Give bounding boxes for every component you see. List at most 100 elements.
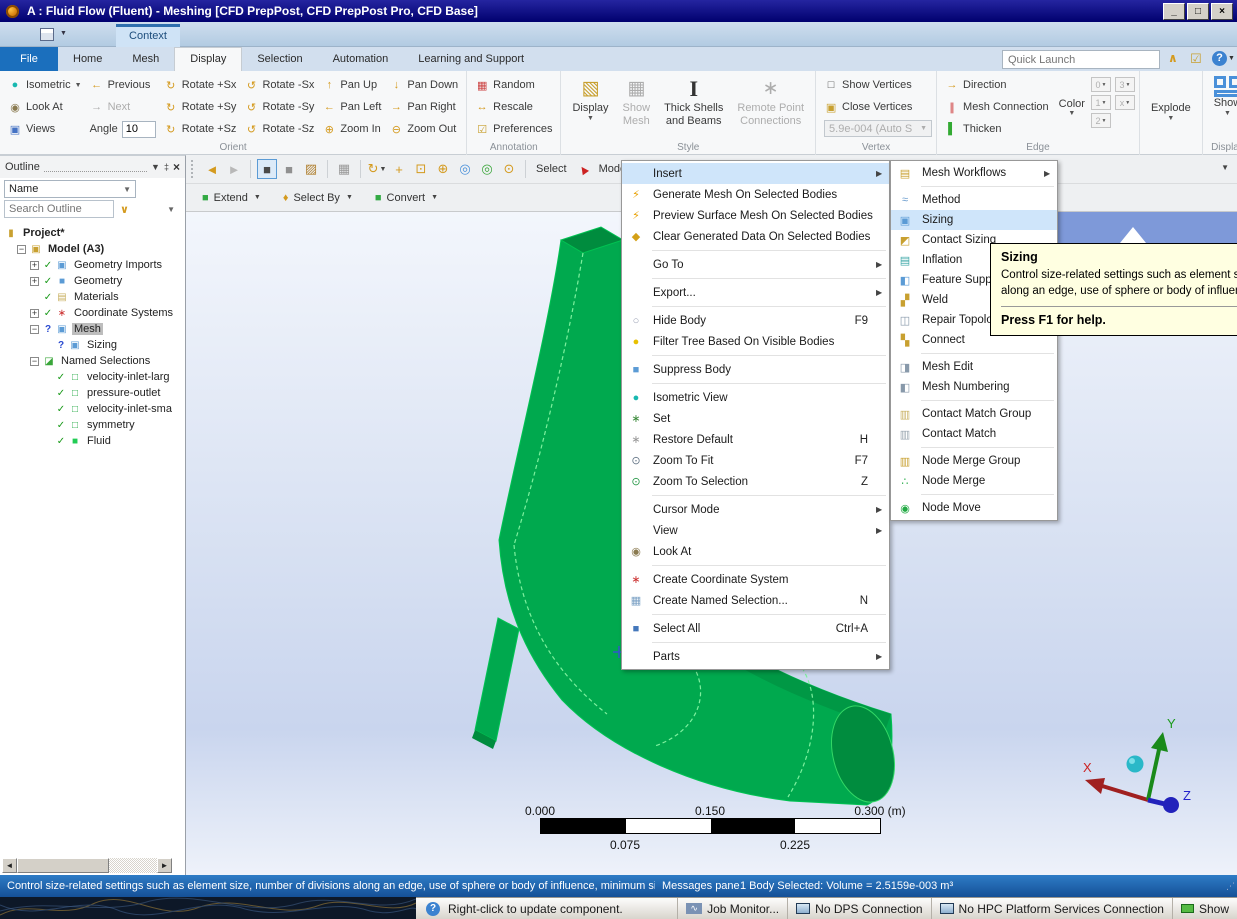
expand-icon[interactable]: + (30, 309, 39, 318)
insert-submenu-item-node-move[interactable]: ◉Node Move (891, 498, 1057, 518)
views-button[interactable]: ▣Views (4, 118, 86, 140)
context-menu-item-generate-mesh-on-selected-bodies[interactable]: ⚡Generate Mesh On Selected Bodies (622, 184, 889, 205)
context-menu-item-parts[interactable]: Parts▶ (622, 646, 889, 667)
context-menu-item-set[interactable]: ∗Set (622, 408, 889, 429)
direction-button[interactable]: →Direction (941, 74, 1053, 96)
insert-submenu-item-node-merge-group[interactable]: ▥Node Merge Group (891, 451, 1057, 471)
help-dropdown-icon[interactable]: ▼ (1228, 55, 1235, 62)
outline-hscrollbar[interactable]: ◄ ► (2, 858, 172, 873)
thick-shells-and-beams-button[interactable]: IThick Shellsand Beams (657, 74, 730, 140)
collapse-ribbon-icon[interactable]: ∧ (1168, 51, 1178, 65)
extend-button[interactable]: ■Extend▼ (202, 192, 261, 204)
rotate-sx-button[interactable]: ↺Rotate -Sx (240, 74, 318, 96)
zoom-fit-icon[interactable]: ◎ (455, 159, 475, 179)
help-icon[interactable]: ? (1212, 51, 1227, 66)
context-menu-item-cursor-mode[interactable]: Cursor Mode▶ (622, 499, 889, 520)
show-button[interactable]: Show▼ (1207, 74, 1237, 140)
zoom-in-out-icon[interactable]: ⊕ (433, 159, 453, 179)
pan-down-button[interactable]: ↓Pan Down (385, 74, 462, 96)
insert-submenu-item-contact-match-group[interactable]: ▥Contact Match Group (891, 404, 1057, 424)
preferences-button[interactable]: ☑Preferences (471, 118, 556, 140)
toolbar-overflow-icon[interactable]: ▼ (1221, 163, 1229, 172)
tree-item-velocity-inlet-larg[interactable]: ✓□velocity-inlet-larg (0, 369, 185, 385)
context-menu-item-export[interactable]: Export...▶ (622, 282, 889, 303)
context-menu-item-insert[interactable]: Insert▶ (622, 163, 889, 184)
tab-selection[interactable]: Selection (242, 47, 317, 71)
messages-pane-link[interactable]: Messages pane (662, 875, 740, 897)
tree-item-named-selections[interactable]: −◪Named Selections (0, 353, 185, 369)
previous-button[interactable]: ←Previous (86, 74, 160, 96)
tree-item-sizing[interactable]: ?▣Sizing (0, 337, 185, 353)
scroll-right-icon[interactable]: ► (157, 858, 172, 873)
thicken-button[interactable]: ▌Thicken (941, 118, 1053, 140)
rotate-sy-button[interactable]: ↺Rotate -Sy (240, 96, 318, 118)
no-dps-connection-button[interactable]: No DPS Connection (787, 898, 930, 919)
context-menu-item-zoom-to-fit[interactable]: ⊙Zoom To FitF7 (622, 450, 889, 471)
zoom-box-icon[interactable]: ⊡ (411, 159, 431, 179)
tree-item-velocity-inlet-sma[interactable]: ✓□velocity-inlet-sma (0, 401, 185, 417)
zoom-magnify-icon[interactable]: ⊙ (499, 159, 519, 179)
rotate-sy-button[interactable]: ↻Rotate +Sy (160, 96, 241, 118)
insert-submenu-item-method[interactable]: ≈Method (891, 190, 1057, 210)
convert-button[interactable]: ■Convert▼ (375, 192, 438, 204)
collapse-icon[interactable]: − (30, 325, 39, 334)
no-hpc-platform-services-connection-button[interactable]: No HPC Platform Services Connection (931, 898, 1172, 919)
context-menu-item-create-coordinate-system[interactable]: ∗Create Coordinate System (622, 569, 889, 590)
scroll-thumb[interactable] (17, 858, 109, 873)
random-button[interactable]: ▦Random (471, 74, 556, 96)
quick-launch-input[interactable] (1002, 50, 1160, 69)
context-menu-item-select-all[interactable]: ■Select AllCtrl+A (622, 618, 889, 639)
triad-z-label[interactable]: Z (1183, 788, 1191, 803)
tree-item-project[interactable]: ▮Project* (0, 225, 185, 241)
search-options-icon[interactable]: ▼ (167, 205, 175, 214)
pan-left-button[interactable]: ←Pan Left (318, 96, 385, 118)
isometric-button[interactable]: ●Isometric▼ (4, 74, 86, 96)
tree-item-pressure-outlet[interactable]: ✓□pressure-outlet (0, 385, 185, 401)
tree-item-materials[interactable]: ✓▤Materials (0, 289, 185, 305)
tree-item-fluid[interactable]: ✓■Fluid (0, 433, 185, 449)
outline-dropdown-icon[interactable]: ▼ (151, 162, 160, 172)
triad-y-label[interactable]: Y (1167, 716, 1176, 731)
search-outline-input[interactable] (4, 200, 114, 218)
context-menu-item-filter-tree-based-on-visible-bodies[interactable]: ●Filter Tree Based On Visible Bodies (622, 331, 889, 352)
cube-rotate-icon[interactable]: ▨ (301, 159, 321, 179)
context-menu-item-create-named-selection[interactable]: ▦Create Named Selection...N (622, 590, 889, 611)
show-vertices-button[interactable]: □Show Vertices (820, 74, 932, 96)
context-menu-item-suppress-body[interactable]: ■Suppress Body (622, 359, 889, 380)
tab-mesh[interactable]: Mesh (117, 47, 174, 71)
tab-automation[interactable]: Automation (318, 47, 404, 71)
insert-submenu-item-mesh-edit[interactable]: ◨Mesh Edit (891, 357, 1057, 377)
pan-icon[interactable]: + (389, 159, 409, 179)
tab-display[interactable]: Display (174, 47, 242, 71)
insert-submenu-item-node-merge[interactable]: ∴Node Merge (891, 471, 1057, 491)
collapse-icon[interactable]: − (17, 245, 26, 254)
angle-input[interactable] (122, 121, 156, 138)
vertex-size-dropdown[interactable]: 5.9e-004 (Auto S▼ (824, 120, 932, 137)
qat-dropdown-icon[interactable]: ▼ (60, 30, 67, 37)
options-checkbox-icon[interactable]: ☑ (1190, 51, 1202, 67)
rescale-button[interactable]: ↔Rescale (471, 96, 556, 118)
pan-right-button[interactable]: →Pan Right (385, 96, 462, 118)
context-menu-item-clear-generated-data-on-selected-bodies[interactable]: ◆Clear Generated Data On Selected Bodies (622, 226, 889, 247)
pan-up-button[interactable]: ↑Pan Up (318, 74, 385, 96)
tree-item-mesh[interactable]: −?▣Mesh (0, 321, 185, 337)
context-menu-item-hide-body[interactable]: ○Hide BodyF9 (622, 310, 889, 331)
triad-x-label[interactable]: X (1083, 760, 1092, 775)
tree-item-model-a3[interactable]: −▣Model (A3) (0, 241, 185, 257)
display-button[interactable]: ▧Display▼ (565, 74, 615, 140)
context-menu-item-restore-default[interactable]: ∗Restore DefaultH (622, 429, 889, 450)
job-monitor-button[interactable]: ∿Job Monitor... (677, 898, 787, 919)
context-menu-item-look-at[interactable]: ◉Look At (622, 541, 889, 562)
single-select-cube-icon[interactable]: ■ (257, 159, 277, 179)
close-vertices-button[interactable]: ▣Close Vertices (820, 96, 932, 118)
scroll-left-icon[interactable]: ◄ (2, 858, 17, 873)
insert-submenu-item-contact-match[interactable]: ▥Contact Match (891, 424, 1057, 444)
insert-submenu-item-mesh-numbering[interactable]: ◧Mesh Numbering (891, 377, 1057, 397)
expand-icon[interactable]: + (30, 277, 39, 286)
zoom-selection-icon[interactable]: ◎ (477, 159, 497, 179)
rotate-sz-button[interactable]: ↻Rotate +Sz (160, 118, 241, 140)
context-menu-item-isometric-view[interactable]: ●Isometric View (622, 387, 889, 408)
mesh-connection-button[interactable]: ∥Mesh Connection (941, 96, 1053, 118)
rotate-sz-button[interactable]: ↺Rotate -Sz (240, 118, 318, 140)
zoom-in-button[interactable]: ⊕Zoom In (318, 118, 385, 140)
